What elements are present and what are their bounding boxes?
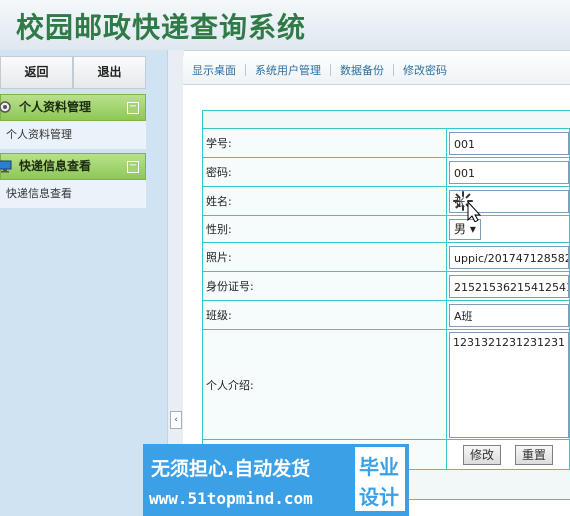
field-label: 身份证号:	[202, 271, 447, 301]
field-cell: 001	[446, 157, 570, 187]
form-row: 密码: 001	[202, 157, 570, 187]
field-label: 密码:	[202, 157, 447, 187]
collapse-icon[interactable]: −	[127, 161, 139, 173]
watermark-badge-text: 设计	[359, 485, 399, 509]
reset-button[interactable]: 重置	[515, 444, 553, 465]
id-card-input[interactable]: 21521536215412541	[449, 274, 569, 298]
back-button[interactable]: 返回	[0, 56, 73, 89]
watermark-banner: 无须担心.自动发货 www.51topmind.com 毕业 设计	[143, 444, 409, 516]
section-title: 个人资料管理	[19, 100, 92, 114]
profile-form: 学号: 001 密码: 001 姓名: 张 性别: 男 ▾ 照片: uppic/…	[202, 128, 570, 470]
gender-value: 男	[454, 221, 467, 236]
student-id-input[interactable]: 001	[449, 131, 569, 155]
nav-change-password[interactable]: 修改密码	[394, 62, 456, 78]
field-cell: 1231321231231231	[446, 329, 570, 440]
sidebar-item-profile[interactable]: 个人资料管理	[0, 121, 146, 149]
sidebar-item-express[interactable]: 快递信息查看	[0, 180, 146, 208]
photo-input[interactable]: uppic/201747128582	[449, 245, 569, 269]
intro-textarea[interactable]: 1231321231231231	[449, 331, 569, 438]
form-row: 个人介绍: 1231321231231231	[202, 329, 570, 440]
sidebar-button-row: 返回 退出	[0, 56, 146, 89]
button-cell: 修改 重置	[446, 439, 570, 470]
section-title: 快递信息查看	[19, 159, 92, 173]
field-label: 学号:	[202, 128, 447, 158]
nav-system-users[interactable]: 系统用户管理	[246, 62, 330, 78]
sidebar-section-express[interactable]: 快递信息查看 −	[0, 153, 146, 180]
field-cell: A班	[446, 300, 570, 330]
field-cell: 001	[446, 128, 570, 158]
form-row: 性别: 男 ▾	[202, 215, 570, 243]
form-row: 学号: 001	[202, 128, 570, 158]
app-header: 校园邮政快递查询系统	[0, 0, 570, 51]
form-row: 身份证号: 21521536215412541	[202, 271, 570, 301]
class-input[interactable]: A班	[449, 303, 569, 327]
nav-show-desktop[interactable]: 显示桌面	[183, 62, 245, 78]
logout-button[interactable]: 退出	[73, 56, 146, 89]
field-label: 姓名:	[202, 186, 447, 216]
top-navigation: 显示桌面 系统用户管理 数据备份 修改密码	[183, 56, 570, 85]
loading-cursor-icon	[452, 190, 482, 223]
form-row: 照片: uppic/201747128582	[202, 242, 570, 272]
app-title: 校园邮政快递查询系统	[16, 11, 307, 44]
modify-button[interactable]: 修改	[463, 444, 501, 465]
collapse-sidebar-icon[interactable]: ‹	[170, 411, 182, 429]
form-row: 班级: A班	[202, 300, 570, 330]
watermark-url: www.51topmind.com	[149, 489, 313, 508]
field-label: 照片:	[202, 242, 447, 272]
collapse-icon[interactable]: −	[127, 102, 139, 114]
gear-icon	[0, 100, 12, 114]
form-row: 姓名: 张	[202, 186, 570, 216]
nav-data-backup[interactable]: 数据备份	[331, 62, 393, 78]
field-label: 个人介绍:	[202, 329, 447, 440]
field-label: 性别:	[202, 215, 447, 243]
password-input[interactable]: 001	[449, 160, 569, 184]
watermark-badge-text: 毕业	[359, 455, 399, 479]
monitor-icon	[0, 159, 12, 173]
field-cell: 21521536215412541	[446, 271, 570, 301]
watermark-text: 无须担心.自动发货	[151, 458, 311, 480]
field-cell: uppic/201747128582	[446, 242, 570, 272]
field-label: 班级:	[202, 300, 447, 330]
chevron-down-icon: ▾	[469, 221, 476, 236]
sidebar-section-profile[interactable]: 个人资料管理 −	[0, 94, 146, 121]
watermark-badge: 毕业 设计	[355, 447, 405, 511]
